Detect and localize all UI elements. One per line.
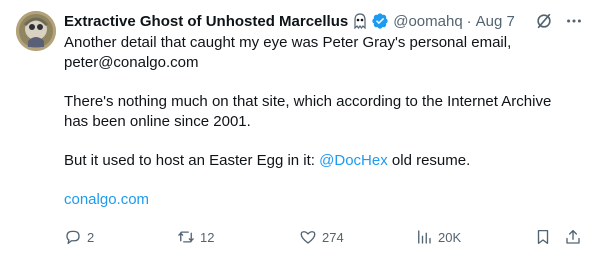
url-link[interactable]: conalgo.com: [64, 190, 584, 210]
reply-button[interactable]: 2: [64, 228, 94, 246]
author-name[interactable]: Extractive Ghost of Unhosted Marcellus: [64, 13, 348, 30]
tweet-text-segment: But it used to host an Easter Egg in it:: [64, 152, 320, 169]
more-options-icon[interactable]: [564, 11, 584, 31]
tweet-header: Extractive Ghost of Unhosted Marcellus @…: [64, 11, 584, 31]
action-bar: 2 12 274 20K: [64, 227, 584, 247]
tweet-line: But it used to host an Easter Egg in it:…: [64, 151, 584, 171]
tweet-line: There's nothing much on that site, which…: [64, 93, 552, 110]
tweet-line: has been online since 2001.: [64, 113, 251, 130]
reply-icon: [66, 230, 80, 245]
like-count: 274: [322, 229, 344, 245]
tweet-line: Another detail that caught my eye was Pe…: [64, 34, 512, 51]
header-actions: [534, 11, 584, 31]
share-button[interactable]: [564, 228, 582, 246]
tweet-date[interactable]: Aug 7: [476, 13, 515, 30]
reply-count: 2: [87, 229, 95, 245]
views-count: 20K: [438, 229, 462, 245]
tweet-line: peter@conalgo.com: [64, 54, 199, 71]
tweet-content: Extractive Ghost of Unhosted Marcellus @…: [64, 11, 584, 210]
like-button[interactable]: 274: [299, 228, 344, 246]
ghost-emoji-icon: [352, 13, 368, 29]
separator-dot: ·: [466, 12, 472, 30]
heart-icon: [300, 231, 316, 244]
views-chart-icon: [418, 230, 431, 244]
avatar[interactable]: [16, 11, 56, 51]
share-icon: [566, 229, 580, 244]
grok-icon[interactable]: [534, 11, 554, 31]
mention-link[interactable]: @DocHex: [319, 152, 388, 169]
repost-count: 12: [200, 229, 215, 245]
author-handle[interactable]: @oomahq: [393, 13, 462, 30]
repost-button[interactable]: 12: [177, 228, 214, 246]
views-button[interactable]: 20K: [415, 228, 461, 246]
verified-badge-icon[interactable]: [371, 12, 389, 30]
tweet-text-segment: old resume.: [387, 152, 471, 169]
bookmark-button[interactable]: [534, 228, 552, 246]
repost-icon: [178, 231, 194, 243]
avatar-image: [16, 11, 56, 51]
bookmark-icon: [537, 229, 549, 245]
tweet-text: Another detail that caught my eye was Pe…: [64, 33, 584, 210]
